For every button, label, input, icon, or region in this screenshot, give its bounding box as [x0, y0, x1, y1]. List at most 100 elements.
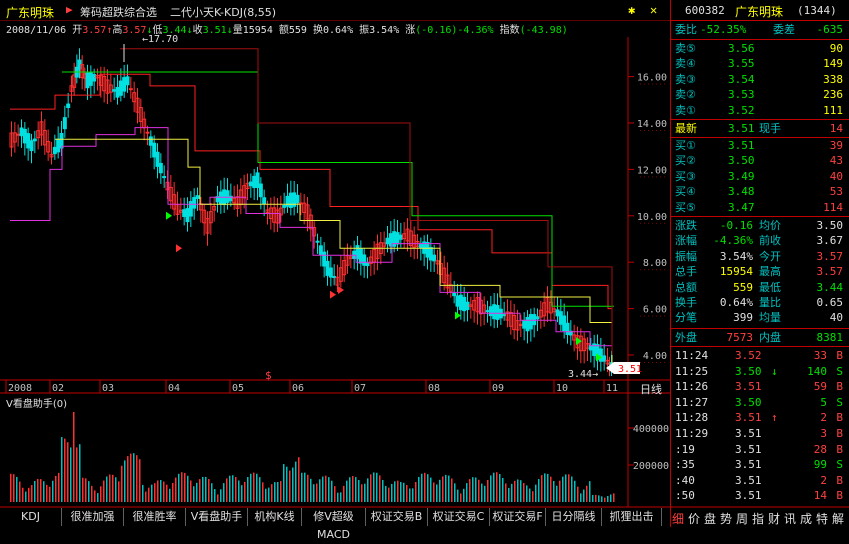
- chart-header: 广东明珠 ▶ 筹码超跌综合选 二代小天K-KDJ(8,55) ✱ ✕: [0, 0, 670, 20]
- period-label[interactable]: 日线: [640, 381, 662, 397]
- candle-body: [162, 176, 167, 179]
- volume-bar: [505, 483, 507, 502]
- volume-bar: [388, 487, 390, 502]
- candle-body: [66, 103, 71, 109]
- side-tab[interactable]: 财: [768, 510, 780, 527]
- volume-bar: [34, 480, 36, 502]
- side-tab[interactable]: 讯: [784, 510, 796, 527]
- volume-bar: [484, 485, 486, 502]
- side-tab[interactable]: 价: [688, 510, 700, 527]
- indicator-tab[interactable]: 机构K线: [248, 508, 302, 526]
- volume-bar: [406, 484, 408, 502]
- candle-body: [318, 245, 323, 255]
- volume-bar: [415, 481, 417, 502]
- volume-bar: [571, 476, 573, 502]
- vol-tick-label: 200000: [633, 461, 669, 472]
- volume-bar: [43, 481, 45, 502]
- candle-body: [485, 310, 490, 313]
- volume-bar: [262, 482, 264, 502]
- volume-bar: [208, 479, 210, 502]
- close-icon[interactable]: ✕: [650, 3, 657, 17]
- indicator-tab[interactable]: 日分隔线: [546, 508, 602, 526]
- grid-dot: [640, 83, 641, 85]
- grid-dot: [644, 130, 645, 131]
- side-tab[interactable]: 解: [832, 510, 844, 527]
- volume-bar: [394, 481, 396, 502]
- stock-name[interactable]: 广东明珠: [6, 4, 54, 21]
- x-tick-label: 03: [102, 383, 114, 394]
- tick-price: 3.51: [735, 427, 762, 440]
- volume-bar: [454, 483, 456, 502]
- indicator-tab[interactable]: KDJ: [0, 508, 62, 526]
- volume-bar: [595, 494, 597, 502]
- y-tick-label: 10.00: [637, 212, 667, 223]
- side-tab[interactable]: 特: [816, 510, 828, 527]
- volume-bar: [529, 488, 531, 502]
- side-tab[interactable]: 指: [752, 510, 764, 527]
- indicator-tab[interactable]: 很准加强: [62, 508, 124, 526]
- tick-volume: 14: [813, 489, 827, 503]
- volume-bar: [565, 474, 567, 502]
- volume-bar: [256, 473, 258, 502]
- arrow-right-icon[interactable]: ▶: [66, 3, 73, 16]
- volume-bar: [487, 479, 489, 502]
- side-tab[interactable]: 细: [672, 510, 684, 527]
- sell-label: 卖②: [675, 88, 696, 102]
- info-turnover: 0.64%: [322, 25, 354, 36]
- volume-bar: [136, 455, 138, 502]
- volume-panel-title: V看盘助手(0): [6, 399, 68, 410]
- side-tab[interactable]: 盘: [704, 510, 716, 527]
- volume-bar: [370, 474, 372, 502]
- grid-dot: [648, 176, 649, 178]
- volume-bar: [361, 484, 363, 502]
- tick-price: 3.50: [735, 395, 762, 409]
- volume-bar: [331, 480, 333, 502]
- volume-bar: [127, 456, 129, 502]
- tick-time: :40: [675, 473, 695, 487]
- grid-dot: [664, 222, 665, 224]
- side-tab[interactable]: 势: [720, 510, 732, 527]
- volume-bar: [376, 472, 378, 502]
- stat-label: 今开: [759, 249, 781, 263]
- volume-bar: [439, 479, 441, 502]
- volume-bar: [151, 484, 153, 502]
- tick-volume: 33: [813, 349, 827, 362]
- volume-bar: [253, 472, 255, 502]
- candle-body: [432, 254, 437, 262]
- x-tick-label: 04: [168, 383, 180, 394]
- indicator-tab[interactable]: 权证交易C: [428, 508, 490, 526]
- volume-bar: [115, 477, 117, 502]
- volume-bar: [172, 483, 174, 502]
- inner-outer-row: 外盘 7573 内盘 8381: [673, 330, 845, 345]
- quote-stock-name: 广东明珠: [735, 5, 784, 19]
- sell-label: 卖①: [675, 103, 696, 117]
- grid-dot: [648, 362, 649, 363]
- volume-bar: [346, 480, 348, 502]
- indicator-tab[interactable]: 修V超级MACD: [302, 508, 366, 541]
- indicator-tab[interactable]: 很准胜率: [124, 508, 186, 526]
- volume-bar: [475, 477, 477, 502]
- volume-bar: [403, 482, 405, 502]
- stat-label: 最高: [759, 265, 781, 279]
- stat-value: 15954: [719, 265, 753, 279]
- candle-body: [115, 86, 120, 98]
- volume-bar: [523, 483, 525, 502]
- indicator-tab[interactable]: 权证交易B: [366, 508, 428, 526]
- candle-body: [525, 316, 530, 332]
- tick-row: 11:26 3.51 59 B: [673, 379, 845, 394]
- side-tab[interactable]: 成: [800, 510, 812, 527]
- sell-price: 3.54: [728, 72, 755, 86]
- indicator-tab[interactable]: 抓狸出击: [602, 508, 662, 526]
- indicator-title[interactable]: 筹码超跌综合选: [80, 4, 157, 20]
- last-label: 最新: [675, 122, 697, 135]
- tick-price: 3.51: [735, 411, 762, 425]
- buy-row: 买③ 3.49 40: [673, 169, 845, 184]
- side-tab[interactable]: 周: [736, 510, 748, 527]
- indicator-tab[interactable]: 权证交易F: [490, 508, 546, 526]
- volume-bar: [133, 453, 135, 502]
- volume-bar: [313, 484, 315, 502]
- y-tick-label: 16.00: [637, 73, 667, 84]
- settings-icon[interactable]: ✱: [628, 3, 635, 17]
- tick-side: B: [836, 442, 843, 456]
- indicator-tab[interactable]: V看盘助手: [186, 508, 248, 526]
